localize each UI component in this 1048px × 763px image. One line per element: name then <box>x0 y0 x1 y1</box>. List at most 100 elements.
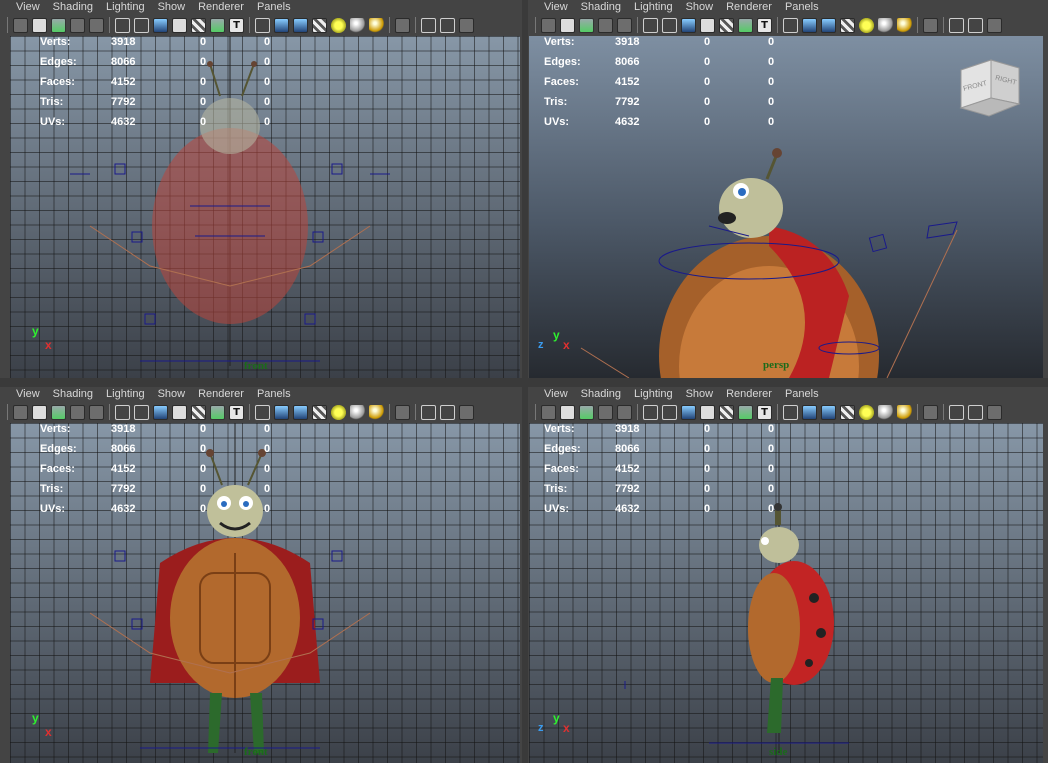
field-chart-icon[interactable] <box>172 17 187 33</box>
xray-joints-icon[interactable] <box>440 404 455 420</box>
menu-renderer[interactable]: Renderer <box>198 1 244 13</box>
image-plane-icon[interactable] <box>598 404 613 420</box>
share-icon[interactable] <box>987 17 1002 33</box>
hardware-texturing-icon[interactable] <box>369 404 384 420</box>
hardware-texturing-icon[interactable] <box>897 17 912 33</box>
gate-mask-icon[interactable] <box>681 404 696 420</box>
menu-shading[interactable]: Shading <box>53 1 93 13</box>
field-chart-icon[interactable] <box>700 404 715 420</box>
safe-action-icon[interactable] <box>191 404 206 420</box>
menu-shading[interactable]: Shading <box>581 1 621 13</box>
camera-attributes-icon[interactable] <box>560 17 575 33</box>
gate-mask-icon[interactable] <box>681 17 696 33</box>
menu-lighting[interactable]: Lighting <box>106 1 145 13</box>
resolution-gate-icon[interactable] <box>662 404 677 420</box>
image-plane-icon[interactable] <box>70 404 85 420</box>
safe-action-icon[interactable] <box>191 17 206 33</box>
text-icon[interactable]: T <box>229 17 244 33</box>
xray-icon[interactable] <box>421 17 436 33</box>
menu-lighting[interactable]: Lighting <box>634 388 673 400</box>
safe-action-icon[interactable] <box>719 404 734 420</box>
wireframe-on-shaded-icon[interactable] <box>293 404 308 420</box>
wireframe-icon[interactable] <box>255 17 270 33</box>
camera-attributes-icon[interactable] <box>32 17 47 33</box>
menu-shading[interactable]: Shading <box>53 388 93 400</box>
menu-panels[interactable]: Panels <box>785 1 819 13</box>
xray-joints-icon[interactable] <box>440 17 455 33</box>
image-plane-icon[interactable] <box>598 17 613 33</box>
smooth-shade-icon[interactable] <box>274 17 289 33</box>
menu-lighting[interactable]: Lighting <box>106 388 145 400</box>
menu-view[interactable]: View <box>16 388 40 400</box>
smooth-shade-icon[interactable] <box>274 404 289 420</box>
safe-title-icon[interactable] <box>210 404 225 420</box>
image-plane-icon[interactable] <box>70 17 85 33</box>
use-all-lights-icon[interactable] <box>859 404 874 420</box>
smooth-shade-icon[interactable] <box>802 404 817 420</box>
menu-panels[interactable]: Panels <box>257 388 291 400</box>
menu-lighting[interactable]: Lighting <box>634 1 673 13</box>
isolate-select-icon[interactable] <box>395 404 410 420</box>
hardware-texturing-icon[interactable] <box>369 17 384 33</box>
wireframe-icon[interactable] <box>783 17 798 33</box>
camera-select-icon[interactable] <box>13 404 28 420</box>
wireframe-on-shaded-icon[interactable] <box>821 17 836 33</box>
camera-attributes-icon[interactable] <box>32 404 47 420</box>
bookmark-icon[interactable] <box>51 17 66 33</box>
film-gate-icon[interactable] <box>643 17 658 33</box>
grid-toggle-icon[interactable] <box>617 404 632 420</box>
shadows-icon[interactable] <box>350 404 365 420</box>
shadows-icon[interactable] <box>350 17 365 33</box>
text-icon[interactable]: T <box>757 404 772 420</box>
menu-view[interactable]: View <box>544 388 568 400</box>
textured-icon[interactable] <box>840 404 855 420</box>
wireframe-on-shaded-icon[interactable] <box>293 17 308 33</box>
hardware-texturing-icon[interactable] <box>897 404 912 420</box>
grid-toggle-icon[interactable] <box>89 17 104 33</box>
menu-show[interactable]: Show <box>686 388 714 400</box>
text-icon[interactable]: T <box>229 404 244 420</box>
viewport-perspective[interactable]: Verts: 3918 0 0 Edges: 8066 0 0 Faces: 4152 0 0 T… <box>529 36 1043 378</box>
grid-toggle-icon[interactable] <box>617 17 632 33</box>
menu-renderer[interactable]: Renderer <box>198 388 244 400</box>
share-icon[interactable] <box>459 404 474 420</box>
xray-icon[interactable] <box>949 17 964 33</box>
resolution-gate-icon[interactable] <box>134 17 149 33</box>
resolution-gate-icon[interactable] <box>134 404 149 420</box>
bookmark-icon[interactable] <box>579 17 594 33</box>
menu-view[interactable]: View <box>544 1 568 13</box>
shadows-icon[interactable] <box>878 404 893 420</box>
safe-action-icon[interactable] <box>719 17 734 33</box>
film-gate-icon[interactable] <box>115 404 130 420</box>
grid-toggle-icon[interactable] <box>89 404 104 420</box>
wireframe-icon[interactable] <box>255 404 270 420</box>
xray-icon[interactable] <box>421 404 436 420</box>
menu-renderer[interactable]: Renderer <box>726 388 772 400</box>
safe-title-icon[interactable] <box>210 17 225 33</box>
menu-renderer[interactable]: Renderer <box>726 1 772 13</box>
bookmark-icon[interactable] <box>579 404 594 420</box>
menu-shading[interactable]: Shading <box>581 388 621 400</box>
textured-icon[interactable] <box>312 404 327 420</box>
menu-panels[interactable]: Panels <box>257 1 291 13</box>
share-icon[interactable] <box>987 404 1002 420</box>
gate-mask-icon[interactable] <box>153 404 168 420</box>
menu-panels[interactable]: Panels <box>785 388 819 400</box>
wireframe-on-shaded-icon[interactable] <box>821 404 836 420</box>
menu-show[interactable]: Show <box>158 1 186 13</box>
camera-select-icon[interactable] <box>541 404 556 420</box>
xray-icon[interactable] <box>949 404 964 420</box>
gate-mask-icon[interactable] <box>153 17 168 33</box>
horizontal-pane-divider[interactable] <box>0 378 1048 387</box>
shadows-icon[interactable] <box>878 17 893 33</box>
share-icon[interactable] <box>459 17 474 33</box>
safe-title-icon[interactable] <box>738 17 753 33</box>
field-chart-icon[interactable] <box>700 17 715 33</box>
safe-title-icon[interactable] <box>738 404 753 420</box>
resolution-gate-icon[interactable] <box>662 17 677 33</box>
wireframe-icon[interactable] <box>783 404 798 420</box>
viewport-front[interactable]: Verts: 3918 0 0 Edges: 8066 0 0 Faces: 4152 0 0 T… <box>10 36 520 378</box>
use-all-lights-icon[interactable] <box>859 17 874 33</box>
camera-select-icon[interactable] <box>541 17 556 33</box>
bookmark-icon[interactable] <box>51 404 66 420</box>
